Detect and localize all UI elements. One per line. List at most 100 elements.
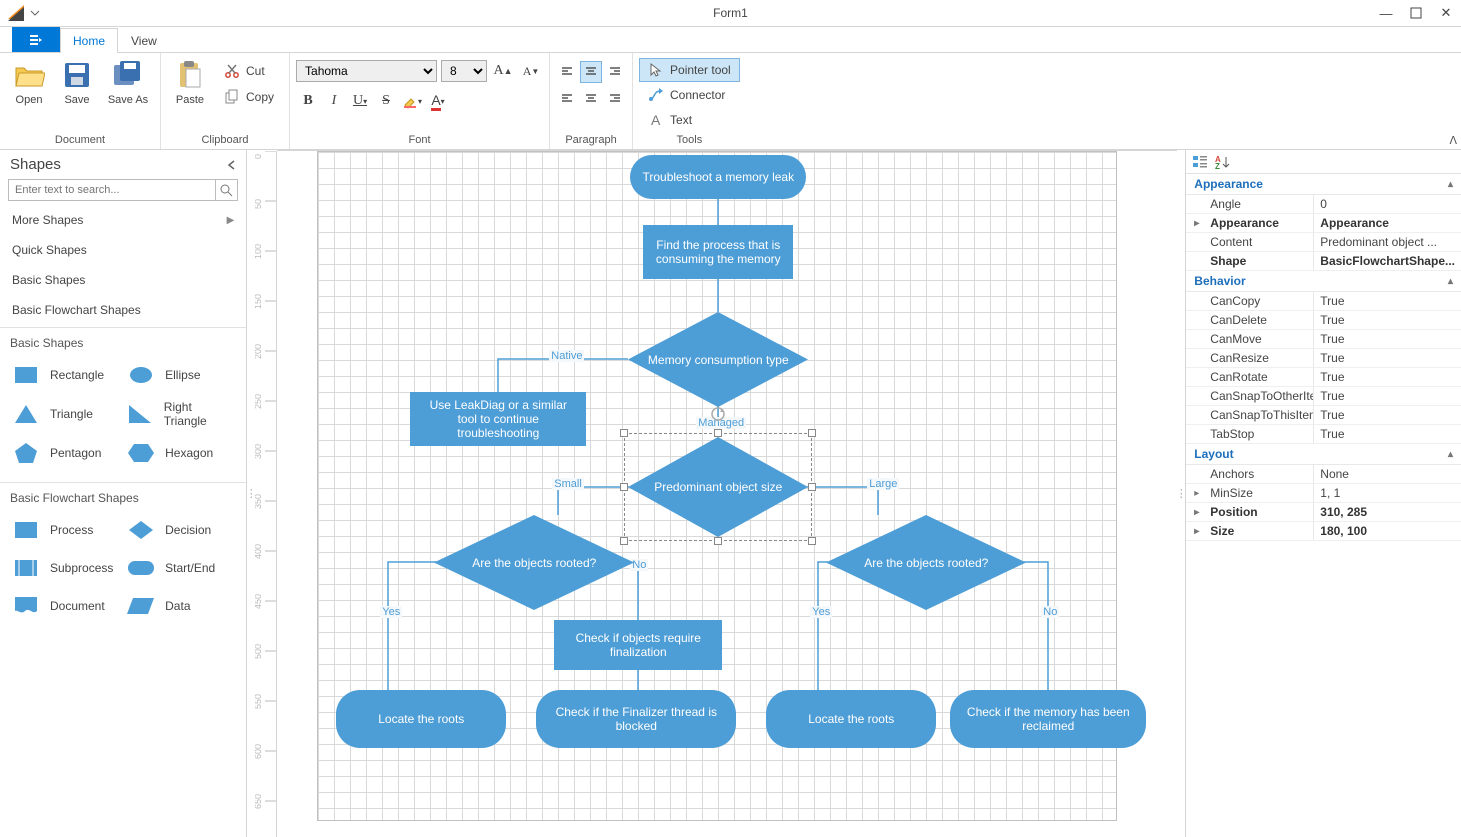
text-tool-button[interactable]: A Text <box>639 108 701 132</box>
shape-data[interactable]: Data <box>123 587 238 625</box>
prop-shape[interactable]: ShapeBasicFlowchartShape... <box>1186 252 1461 271</box>
shape-document[interactable]: Document <box>8 587 123 625</box>
shapes-search-input[interactable] <box>8 179 216 201</box>
node-locate-roots-1[interactable]: Locate the roots <box>336 690 506 748</box>
prop-angle[interactable]: Angle0 <box>1186 195 1461 214</box>
shape-ellipse[interactable]: Ellipse <box>123 356 238 394</box>
rotate-handle-icon[interactable] <box>710 406 726 422</box>
ribbon-collapse-button[interactable]: ᐱ <box>1449 134 1457 147</box>
shape-process[interactable]: Process <box>8 511 123 549</box>
strike-button[interactable]: S <box>374 89 398 113</box>
shapes-search-button[interactable] <box>216 179 238 201</box>
file-tab[interactable] <box>12 27 60 52</box>
maximize-button[interactable] <box>1401 0 1431 26</box>
cut-button[interactable]: Cut <box>215 59 283 83</box>
prop-anchors[interactable]: AnchorsNone <box>1186 465 1461 484</box>
shape-right-triangle[interactable]: Right Triangle <box>123 394 238 434</box>
align-top-center[interactable] <box>580 61 602 83</box>
shape-start-end[interactable]: Start/End <box>123 549 238 587</box>
chevron-right-icon: ▶ <box>227 215 235 226</box>
tab-view[interactable]: View <box>118 28 170 53</box>
save-as-button[interactable]: Save As <box>102 55 154 108</box>
copy-button[interactable]: Copy <box>215 85 283 109</box>
align-mid-left[interactable] <box>556 87 578 109</box>
node-check-reclaimed[interactable]: Check if the memory has been reclaimed <box>950 690 1146 748</box>
left-splitter[interactable]: ⋮ <box>247 150 255 837</box>
grow-font-button[interactable]: A▲ <box>491 59 515 83</box>
prop-cat-behavior[interactable]: Behavior▴ <box>1186 271 1461 292</box>
folder-open-icon <box>13 59 45 91</box>
node-leakdiag[interactable]: Use LeakDiag or a similar tool to contin… <box>410 392 586 446</box>
category-basic-shapes[interactable]: Basic Shapes <box>0 265 246 295</box>
underline-button[interactable]: U▾ <box>348 89 372 113</box>
category-quick-shapes[interactable]: Quick Shapes <box>0 235 246 265</box>
highlight-button[interactable]: ▾ <box>400 89 424 113</box>
align-top-right[interactable] <box>604 61 626 83</box>
diagram-canvas[interactable]: Native Managed Small Large Yes No Yes No… <box>277 151 1177 837</box>
prop-candelete[interactable]: CanDeleteTrue <box>1186 311 1461 330</box>
node-check-finalization[interactable]: Check if objects require finalization <box>554 620 722 670</box>
save-button[interactable]: Save <box>54 55 100 108</box>
category-basic-flowchart[interactable]: Basic Flowchart Shapes <box>0 295 246 325</box>
edge-label-large: Large <box>867 478 899 490</box>
node-mem-type[interactable]: Memory consumption type <box>628 312 808 407</box>
shape-pentagon[interactable]: Pentagon <box>8 434 123 472</box>
node-start[interactable]: Troubleshoot a memory leak <box>630 155 806 199</box>
align-mid-right[interactable] <box>604 87 626 109</box>
pointer-tool-button[interactable]: Pointer tool <box>639 58 740 82</box>
property-grid[interactable]: Appearance▴ Angle0 ▸AppearanceAppearance… <box>1186 174 1461 837</box>
prop-snapother[interactable]: CanSnapToOtherItemsTrue <box>1186 387 1461 406</box>
align-mid-center[interactable] <box>580 87 602 109</box>
right-splitter[interactable]: ⋮ <box>1177 150 1185 837</box>
shape-subprocess[interactable]: Subprocess <box>8 549 123 587</box>
shapes-panel: Shapes More Shapes▶ Quick Shapes Basic S… <box>0 150 247 837</box>
node-rooted-right[interactable]: Are the objects rooted? <box>826 515 1026 610</box>
node-find-process[interactable]: Find the process that is consuming the m… <box>643 225 793 279</box>
category-more-shapes[interactable]: More Shapes▶ <box>0 205 246 235</box>
minimize-button[interactable]: — <box>1371 0 1401 26</box>
node-locate-roots-2[interactable]: Locate the roots <box>766 690 936 748</box>
shape-triangle[interactable]: Triangle <box>8 394 123 434</box>
node-check-finalizer[interactable]: Check if the Finalizer thread is blocked <box>536 690 736 748</box>
prop-position[interactable]: ▸Position310, 285 <box>1186 503 1461 522</box>
close-button[interactable]: ✕ <box>1431 0 1461 26</box>
prop-content[interactable]: ContentPredominant object ... <box>1186 233 1461 252</box>
italic-button[interactable]: I <box>322 89 346 113</box>
shape-decision[interactable]: Decision <box>123 511 238 549</box>
bold-button[interactable]: B <box>296 89 320 113</box>
font-size-select[interactable]: 8 <box>441 60 487 82</box>
tab-home[interactable]: Home <box>60 28 118 53</box>
prop-size[interactable]: ▸Size180, 100 <box>1186 522 1461 541</box>
ribbon-group-tools: Pointer tool Connector A Text Tools <box>633 53 746 149</box>
prop-cat-appearance[interactable]: Appearance▴ <box>1186 174 1461 195</box>
align-top-left[interactable] <box>556 61 578 83</box>
shape-hexagon[interactable]: Hexagon <box>123 434 238 472</box>
connector-tool-button[interactable]: Connector <box>639 83 734 107</box>
shrink-font-button[interactable]: A▼ <box>519 59 543 83</box>
prop-snapthis[interactable]: CanSnapToThisItemTrue <box>1186 406 1461 425</box>
prop-tabstop[interactable]: TabStopTrue <box>1186 425 1461 444</box>
open-button[interactable]: Open <box>6 55 52 108</box>
qa-dropdown-icon[interactable] <box>30 8 40 18</box>
ribbon-group-paragraph: Paragraph <box>550 53 633 149</box>
svg-text:250: 250 <box>255 394 263 409</box>
prop-cancopy[interactable]: CanCopyTrue <box>1186 292 1461 311</box>
node-rooted-left[interactable]: Are the objects rooted? <box>434 515 634 610</box>
prop-cat-layout[interactable]: Layout▴ <box>1186 444 1461 465</box>
collapse-panel-icon[interactable] <box>226 159 238 171</box>
text-icon: A <box>648 112 664 128</box>
font-color-button[interactable]: A▾ <box>426 89 450 113</box>
prop-canresize[interactable]: CanResizeTrue <box>1186 349 1461 368</box>
shape-rectangle[interactable]: Rectangle <box>8 356 123 394</box>
prop-canrotate[interactable]: CanRotateTrue <box>1186 368 1461 387</box>
svg-text:Z: Z <box>1215 162 1220 170</box>
prop-minsize[interactable]: ▸MinSize1, 1 <box>1186 484 1461 503</box>
font-family-select[interactable]: Tahoma <box>296 60 437 82</box>
categorized-view-icon[interactable] <box>1192 154 1208 170</box>
svg-text:600: 600 <box>255 744 263 759</box>
prop-canmove[interactable]: CanMoveTrue <box>1186 330 1461 349</box>
alphabetical-view-icon[interactable]: AZ <box>1214 154 1230 170</box>
prop-appearance[interactable]: ▸AppearanceAppearance <box>1186 214 1461 233</box>
paste-button[interactable]: Paste <box>167 55 213 108</box>
diagram-page[interactable]: Native Managed Small Large Yes No Yes No… <box>317 151 1117 821</box>
